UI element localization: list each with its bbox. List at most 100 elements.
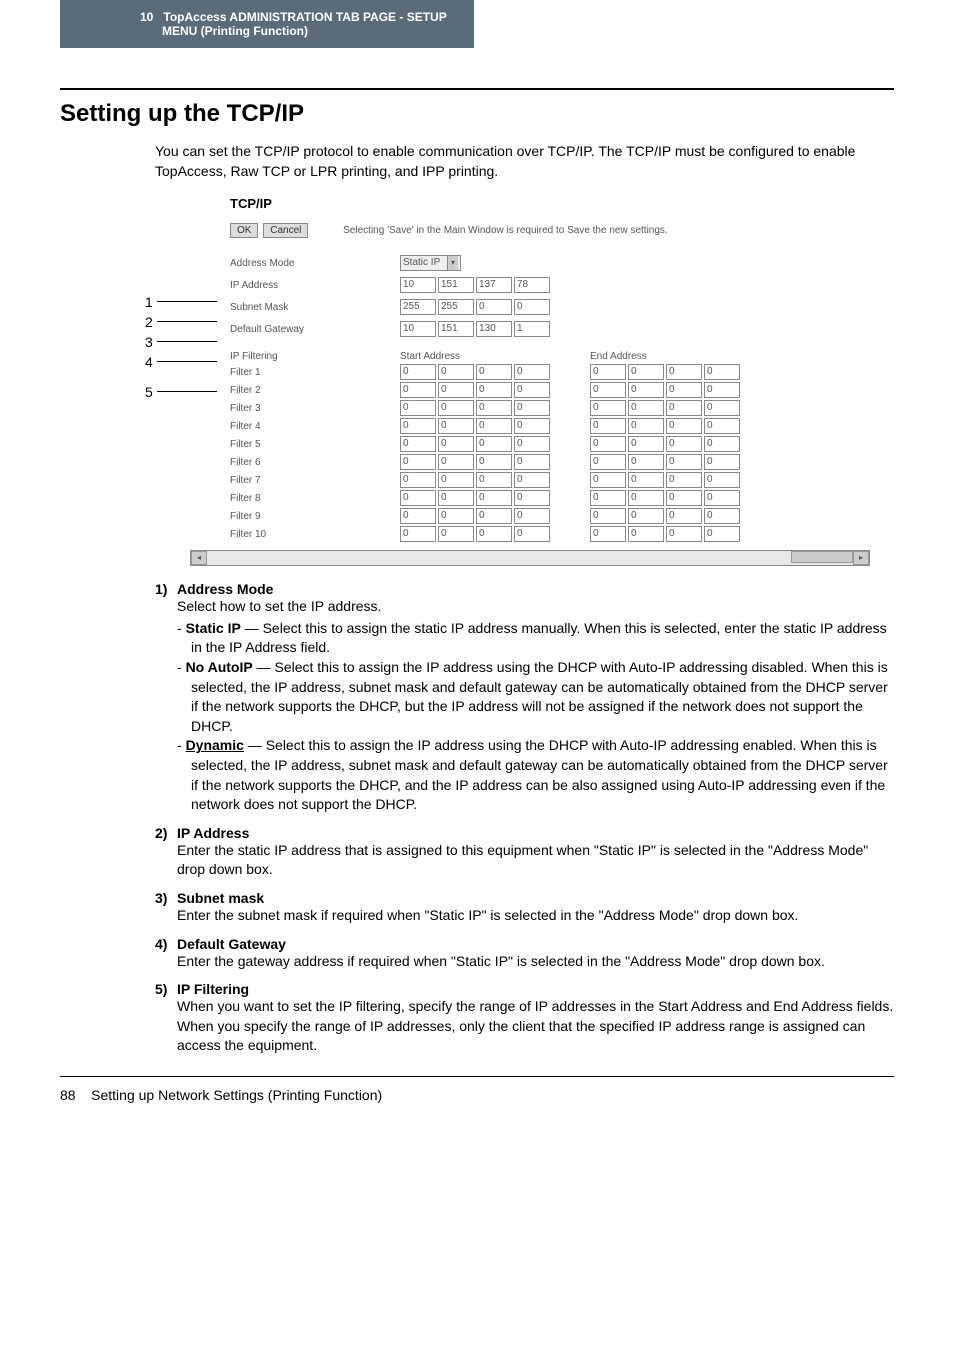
- filter-start-octet[interactable]: 0: [476, 418, 512, 434]
- filter-start-octet[interactable]: 0: [438, 490, 474, 506]
- filter-end-octet[interactable]: 0: [590, 508, 626, 524]
- horizontal-scrollbar[interactable]: ◂ ▸: [190, 550, 870, 566]
- filter-start-octet[interactable]: 0: [400, 400, 436, 416]
- filter-start-octet[interactable]: 0: [514, 454, 550, 470]
- filter-start-octet[interactable]: 0: [400, 382, 436, 398]
- filter-start-octet[interactable]: 0: [476, 436, 512, 452]
- filter-start-octet[interactable]: 0: [514, 382, 550, 398]
- gw-octet-2[interactable]: 151: [438, 321, 474, 337]
- filter-end-octet[interactable]: 0: [628, 472, 664, 488]
- filter-end-octet[interactable]: 0: [704, 508, 740, 524]
- filter-start-octet[interactable]: 0: [438, 454, 474, 470]
- filter-end-octet[interactable]: 0: [666, 418, 702, 434]
- filter-end-octet[interactable]: 0: [704, 382, 740, 398]
- filter-end-octet[interactable]: 0: [628, 490, 664, 506]
- filter-start-octet[interactable]: 0: [514, 436, 550, 452]
- filter-start-octet[interactable]: 0: [476, 382, 512, 398]
- filter-end-octet[interactable]: 0: [704, 364, 740, 380]
- filter-start-octet[interactable]: 0: [400, 364, 436, 380]
- filter-start-octet[interactable]: 0: [514, 490, 550, 506]
- filter-end-octet[interactable]: 0: [704, 400, 740, 416]
- filter-end-octet[interactable]: 0: [666, 400, 702, 416]
- filter-end-octet[interactable]: 0: [704, 454, 740, 470]
- filter-end-octet[interactable]: 0: [666, 364, 702, 380]
- filter-end-octet[interactable]: 0: [666, 490, 702, 506]
- filter-start-octet[interactable]: 0: [400, 526, 436, 542]
- cancel-button[interactable]: Cancel: [263, 223, 308, 238]
- filter-end-octet[interactable]: 0: [704, 526, 740, 542]
- filter-start-octet[interactable]: 0: [514, 418, 550, 434]
- filter-start-octet[interactable]: 0: [400, 454, 436, 470]
- filter-end-octet[interactable]: 0: [590, 436, 626, 452]
- filter-start-octet[interactable]: 0: [400, 472, 436, 488]
- filter-start-octet[interactable]: 0: [400, 508, 436, 524]
- filter-end-octet[interactable]: 0: [666, 472, 702, 488]
- filter-start-octet[interactable]: 0: [476, 472, 512, 488]
- filter-end-octet[interactable]: 0: [590, 418, 626, 434]
- filter-start-octet[interactable]: 0: [438, 400, 474, 416]
- ip-octet-3[interactable]: 137: [476, 277, 512, 293]
- filter-start-octet[interactable]: 0: [438, 382, 474, 398]
- filter-start-octet[interactable]: 0: [438, 418, 474, 434]
- filter-end-octet[interactable]: 0: [590, 454, 626, 470]
- filter-end-octet[interactable]: 0: [628, 364, 664, 380]
- subnet-octet-4[interactable]: 0: [514, 299, 550, 315]
- filter-start-octet[interactable]: 0: [514, 400, 550, 416]
- filter-end-octet[interactable]: 0: [590, 526, 626, 542]
- filter-end-octet[interactable]: 0: [666, 508, 702, 524]
- address-mode-select[interactable]: Static IP ▾: [400, 255, 461, 271]
- filter-start-octet[interactable]: 0: [514, 508, 550, 524]
- subnet-octet-1[interactable]: 255: [400, 299, 436, 315]
- filter-end-octet[interactable]: 0: [628, 418, 664, 434]
- filter-start-octet[interactable]: 0: [476, 508, 512, 524]
- scroll-left-icon[interactable]: ◂: [191, 551, 207, 565]
- filter-end-octet[interactable]: 0: [590, 382, 626, 398]
- scroll-right-icon[interactable]: ▸: [853, 551, 869, 565]
- filter-end-octet[interactable]: 0: [590, 364, 626, 380]
- filter-start-octet[interactable]: 0: [476, 400, 512, 416]
- filter-start-octet[interactable]: 0: [476, 364, 512, 380]
- filter-end-octet[interactable]: 0: [628, 526, 664, 542]
- filter-start-octet[interactable]: 0: [438, 472, 474, 488]
- filter-end-octet[interactable]: 0: [704, 490, 740, 506]
- subnet-octet-3[interactable]: 0: [476, 299, 512, 315]
- gw-octet-1[interactable]: 10: [400, 321, 436, 337]
- filter-start-octet[interactable]: 0: [400, 436, 436, 452]
- ok-button[interactable]: OK: [230, 223, 258, 238]
- scroll-thumb[interactable]: [791, 551, 853, 563]
- filter-end-octet[interactable]: 0: [704, 436, 740, 452]
- filter-start-octet[interactable]: 0: [438, 436, 474, 452]
- gw-octet-4[interactable]: 1: [514, 321, 550, 337]
- subnet-octet-2[interactable]: 255: [438, 299, 474, 315]
- filter-end-octet[interactable]: 0: [666, 454, 702, 470]
- filter-start-octet[interactable]: 0: [438, 508, 474, 524]
- filter-end-octet[interactable]: 0: [666, 436, 702, 452]
- filter-end-octet[interactable]: 0: [628, 508, 664, 524]
- filter-start-octet[interactable]: 0: [400, 418, 436, 434]
- filter-end-octet[interactable]: 0: [628, 400, 664, 416]
- filter-end-octet[interactable]: 0: [704, 472, 740, 488]
- filter-start-octet[interactable]: 0: [400, 490, 436, 506]
- filter-end-octet[interactable]: 0: [628, 436, 664, 452]
- filter-end-octet[interactable]: 0: [590, 490, 626, 506]
- filter-end-octet[interactable]: 0: [590, 400, 626, 416]
- filter-label: Filter 3: [230, 403, 400, 414]
- filter-start-octet[interactable]: 0: [476, 490, 512, 506]
- ip-octet-2[interactable]: 151: [438, 277, 474, 293]
- filter-end-octet[interactable]: 0: [666, 526, 702, 542]
- filter-end-octet[interactable]: 0: [590, 472, 626, 488]
- gw-octet-3[interactable]: 130: [476, 321, 512, 337]
- filter-end-octet[interactable]: 0: [628, 382, 664, 398]
- filter-start-octet[interactable]: 0: [514, 526, 550, 542]
- filter-start-octet[interactable]: 0: [514, 472, 550, 488]
- filter-end-octet[interactable]: 0: [628, 454, 664, 470]
- filter-start-octet[interactable]: 0: [476, 454, 512, 470]
- ip-octet-1[interactable]: 10: [400, 277, 436, 293]
- filter-start-octet[interactable]: 0: [438, 526, 474, 542]
- filter-end-octet[interactable]: 0: [666, 382, 702, 398]
- filter-end-octet[interactable]: 0: [704, 418, 740, 434]
- filter-start-octet[interactable]: 0: [514, 364, 550, 380]
- filter-start-octet[interactable]: 0: [476, 526, 512, 542]
- filter-start-octet[interactable]: 0: [438, 364, 474, 380]
- ip-octet-4[interactable]: 78: [514, 277, 550, 293]
